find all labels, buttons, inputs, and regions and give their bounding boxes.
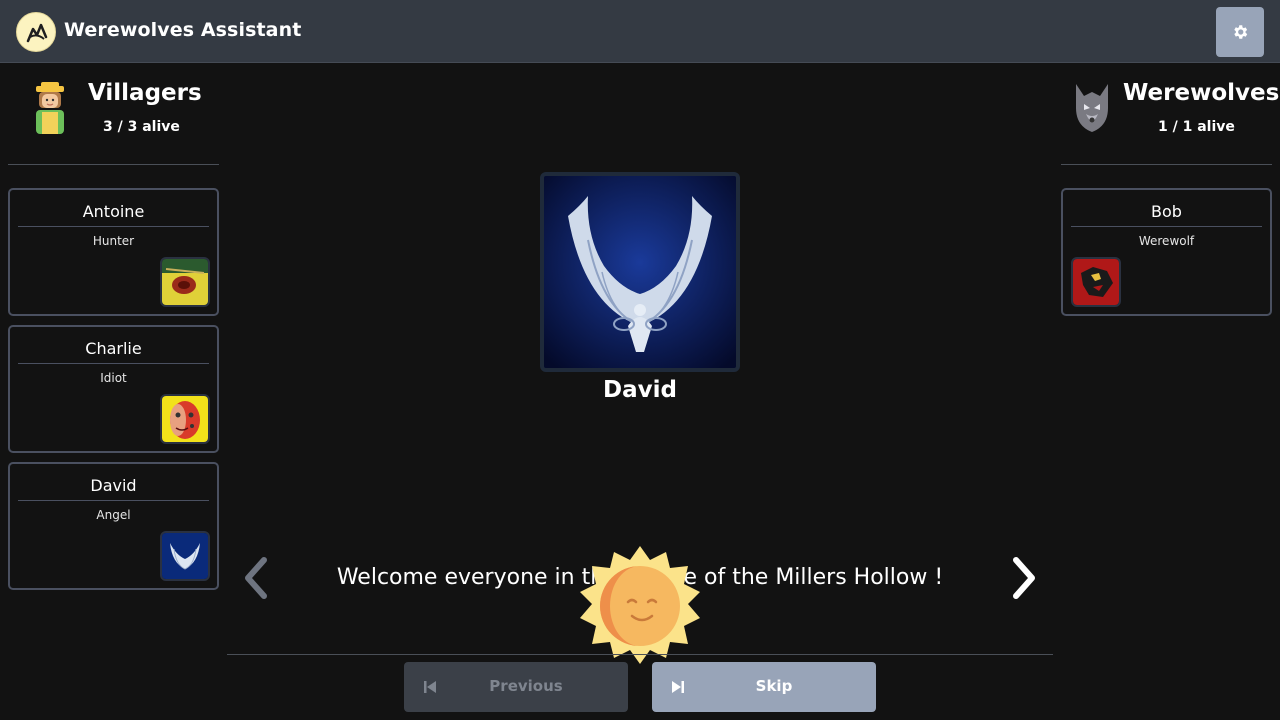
card-divider: [1071, 226, 1262, 227]
player-name: David: [90, 476, 137, 495]
player-role: Werewolf: [1138, 234, 1195, 248]
player-role: Idiot: [100, 371, 127, 385]
player-card-bob[interactable]: Bob Werewolf: [1061, 188, 1272, 316]
villagers-alive-count: 3 / 3 alive: [103, 119, 180, 135]
werewolves-divider: [1061, 164, 1272, 165]
werewolf-role-icon: [1071, 257, 1121, 307]
current-player-name: David: [603, 377, 677, 403]
skip-button-label: Skip: [755, 677, 793, 695]
previous-step-arrow[interactable]: [234, 552, 278, 604]
player-role: Angel: [96, 508, 131, 522]
wolf-avatar-icon: [1070, 82, 1114, 134]
settings-button[interactable]: [1216, 7, 1264, 57]
chevron-left-icon: [245, 557, 267, 599]
chevron-right-icon: [1013, 557, 1035, 599]
werewolves-team-header: Werewolves 1 / 1 alive: [1061, 72, 1279, 152]
card-divider: [18, 226, 209, 227]
werewolves-alive-count: 1 / 1 alive: [1158, 119, 1235, 135]
hunter-role-icon: [160, 257, 210, 307]
card-divider: [18, 500, 209, 501]
player-name: Charlie: [85, 339, 142, 358]
current-role-card: [540, 172, 740, 372]
previous-button-label: Previous: [489, 677, 563, 695]
player-card-charlie[interactable]: Charlie Idiot: [8, 325, 219, 453]
card-divider: [18, 363, 209, 364]
angel-role-icon: [160, 531, 210, 581]
player-name: Antoine: [82, 202, 145, 221]
villagers-divider: [8, 164, 219, 165]
app-logo-icon: [16, 12, 56, 52]
idiot-role-icon: [160, 394, 210, 444]
villagers-team-name: Villagers: [88, 80, 202, 106]
controls-divider: [227, 654, 1053, 655]
skip-button[interactable]: Skip: [652, 662, 876, 712]
werewolves-team-name: Werewolves: [1123, 80, 1280, 106]
next-step-arrow[interactable]: [1002, 552, 1046, 604]
angel-wings-icon: [544, 176, 736, 368]
top-bar: Werewolves Assistant: [0, 0, 1280, 63]
previous-button[interactable]: Previous: [404, 662, 628, 712]
villager-avatar-icon: [28, 82, 72, 134]
player-name: Bob: [1151, 202, 1182, 221]
villagers-team-header: Villagers 3 / 3 alive: [8, 72, 219, 152]
gear-icon: [1234, 25, 1248, 39]
player-role: Hunter: [92, 234, 135, 248]
player-card-david[interactable]: David Angel: [8, 462, 219, 590]
player-card-antoine[interactable]: Antoine Hunter: [8, 188, 219, 316]
app-title: Werewolves Assistant: [64, 19, 302, 41]
sun-icon: [574, 544, 706, 672]
